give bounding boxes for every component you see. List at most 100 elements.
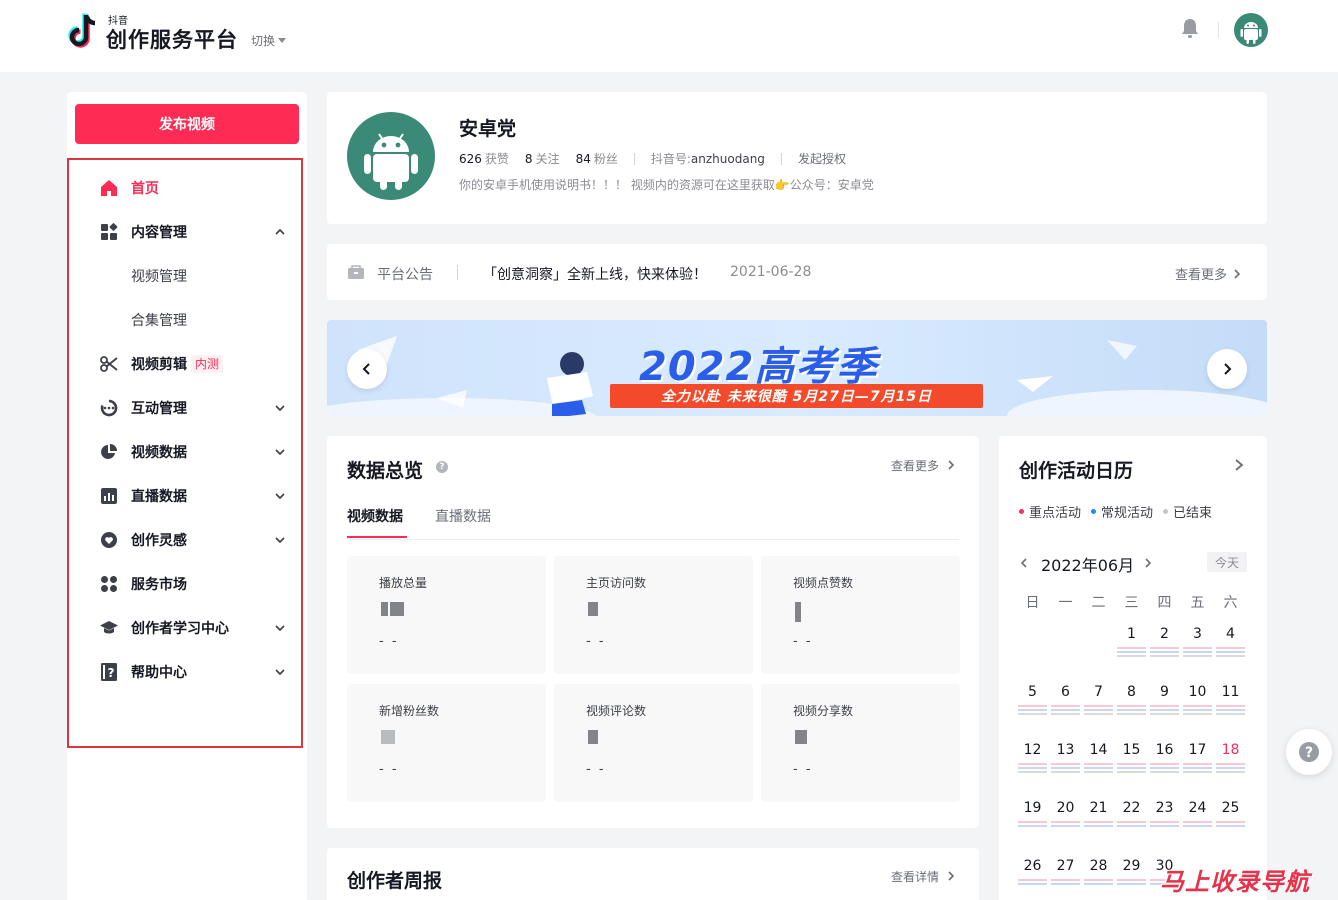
metric-trend-placeholder xyxy=(588,602,598,616)
activity-bar xyxy=(1183,709,1212,711)
calendar-day[interactable]: 10 xyxy=(1181,684,1214,720)
help-icon[interactable]: ? xyxy=(436,461,448,473)
publish-video-button[interactable]: 发布视频 xyxy=(75,104,299,144)
calendar-day[interactable]: 14 xyxy=(1082,742,1115,778)
authorize-link[interactable]: 发起授权 xyxy=(798,150,846,167)
activity-bar xyxy=(1183,647,1212,649)
calendar-day[interactable]: 1 xyxy=(1115,626,1148,662)
chevron-left-icon[interactable] xyxy=(1019,556,1029,570)
calendar-day[interactable]: 25 xyxy=(1214,800,1247,836)
profile-avatar[interactable] xyxy=(347,112,435,200)
calendar-day[interactable]: 23 xyxy=(1148,800,1181,836)
following-count[interactable]: 8 xyxy=(525,152,533,166)
tab-live-data[interactable]: 直播数据 xyxy=(435,506,491,526)
followers-count[interactable]: 84 xyxy=(576,152,591,166)
activity-bar xyxy=(1051,705,1080,707)
user-avatar[interactable] xyxy=(1234,13,1268,47)
sidebar-item-learning-center[interactable]: 创作者学习中心 xyxy=(69,608,301,648)
calendar-day[interactable]: 15 xyxy=(1115,742,1148,778)
sidebar-item-video-management[interactable]: 视频管理 xyxy=(69,256,301,296)
sidebar-item-collection-management[interactable]: 合集管理 xyxy=(69,300,301,340)
bell-icon[interactable] xyxy=(1180,17,1200,39)
calendar-day[interactable]: 9 xyxy=(1148,684,1181,720)
calendar-day[interactable]: 11 xyxy=(1214,684,1247,720)
calendar-day[interactable]: 27 xyxy=(1049,858,1082,894)
activity-bar xyxy=(1216,713,1245,715)
weekly-details-link[interactable]: 查看详情 xyxy=(891,868,955,885)
activity-bar xyxy=(1018,767,1047,769)
calendar-day[interactable]: 12 xyxy=(1016,742,1049,778)
chevron-right-icon[interactable] xyxy=(1143,556,1153,570)
caret-down-icon xyxy=(278,38,287,43)
calendar-day[interactable]: 13 xyxy=(1049,742,1082,778)
announcement-text[interactable]: 「创意洞察」全新上线，快来体验！ xyxy=(483,264,707,284)
metric-value: - - xyxy=(586,762,606,777)
calendar-day[interactable]: 3 xyxy=(1181,626,1214,662)
metric-card[interactable]: 视频点赞数 - - xyxy=(761,556,960,674)
metric-card[interactable]: 播放总量 - - xyxy=(347,556,546,674)
metric-card[interactable]: 视频分享数 - - xyxy=(761,684,960,802)
promo-banner[interactable]: 2022高考季 全力以赴 未来很酷 5月27日—7月15日 xyxy=(327,320,1267,416)
today-button[interactable]: 今天 xyxy=(1207,552,1247,572)
sidebar-item-interaction-management[interactable]: 互动管理 xyxy=(69,388,301,428)
sidebar-item-creative-inspiration[interactable]: 创作灵感 xyxy=(69,520,301,560)
calendar-day[interactable]: 21 xyxy=(1082,800,1115,836)
activity-bar xyxy=(1183,825,1212,827)
chevron-right-icon xyxy=(948,871,954,881)
douyin-id-label: 抖音号: xyxy=(650,152,691,166)
banner-prev-button[interactable] xyxy=(347,349,387,389)
following-label[interactable]: 关注 xyxy=(536,150,560,167)
chevron-right-icon xyxy=(948,460,954,470)
metric-card[interactable]: 新增粉丝数 - - xyxy=(347,684,546,802)
calendar-day[interactable]: 4 xyxy=(1214,626,1247,662)
switch-dropdown[interactable]: 切换 xyxy=(251,32,287,49)
chevron-right-icon[interactable] xyxy=(1232,457,1246,473)
activity-bar xyxy=(1150,825,1179,827)
calendar-day[interactable]: 17 xyxy=(1181,742,1214,778)
divider xyxy=(633,152,635,165)
activity-bar xyxy=(1183,713,1212,715)
calendar-day[interactable]: 18 xyxy=(1214,742,1247,778)
activity-bar xyxy=(1216,709,1245,711)
calendar-day[interactable]: 28 xyxy=(1082,858,1115,894)
calendar-day[interactable]: 7 xyxy=(1082,684,1115,720)
overview-more-link[interactable]: 查看更多 xyxy=(891,457,955,474)
logo[interactable]: 抖音 创作服务平台 xyxy=(66,12,241,52)
calendar-day[interactable]: 19 xyxy=(1016,800,1049,836)
sidebar-item-home[interactable]: 首页 xyxy=(69,168,301,208)
sidebar-item-service-market[interactable]: 服务市场 xyxy=(69,564,301,604)
legend-dot xyxy=(1163,509,1169,514)
calendar-day[interactable]: 26 xyxy=(1016,858,1049,894)
announcement-more-link[interactable]: 查看更多 xyxy=(1175,264,1241,283)
calendar-day[interactable]: 24 xyxy=(1181,800,1214,836)
calendar-day[interactable]: 5 xyxy=(1016,684,1049,720)
activity-bar xyxy=(1216,647,1245,649)
calendar-day[interactable]: 2 xyxy=(1148,626,1181,662)
weekday-label: 四 xyxy=(1157,595,1172,611)
sidebar-item-video-editing[interactable]: 视频剪辑 内测 xyxy=(69,344,301,384)
sidebar-item-help-center[interactable]: ? 帮助中心 xyxy=(69,652,301,692)
calendar-day[interactable]: 22 xyxy=(1115,800,1148,836)
activity-bar xyxy=(1216,651,1245,653)
legend-label: 重点活动 xyxy=(1029,506,1082,521)
calendar-day[interactable]: 20 xyxy=(1049,800,1082,836)
activity-bar xyxy=(1018,705,1047,707)
banner-next-button[interactable] xyxy=(1207,349,1247,389)
calendar-day[interactable]: 29 xyxy=(1115,858,1148,894)
tab-video-data[interactable]: 视频数据 xyxy=(347,506,403,526)
sidebar-item-live-data[interactable]: 直播数据 xyxy=(69,476,301,516)
help-float-button[interactable]: ? xyxy=(1286,729,1332,775)
activity-bar xyxy=(1117,647,1146,649)
svg-text:?: ? xyxy=(1305,745,1313,761)
beta-badge: 内测 xyxy=(191,355,224,373)
metric-card[interactable]: 视频评论数 - - xyxy=(554,684,753,802)
sidebar-item-label: 视频数据 xyxy=(131,445,187,461)
sidebar-item-content-management[interactable]: 内容管理 xyxy=(69,212,301,252)
followers-label[interactable]: 粉丝 xyxy=(594,150,618,167)
calendar-day[interactable]: 8 xyxy=(1115,684,1148,720)
graduation-cap-icon xyxy=(99,618,119,638)
calendar-day[interactable]: 16 xyxy=(1148,742,1181,778)
calendar-day[interactable]: 6 xyxy=(1049,684,1082,720)
sidebar-item-video-data[interactable]: 视频数据 xyxy=(69,432,301,472)
metric-card[interactable]: 主页访问数 - - xyxy=(554,556,753,674)
